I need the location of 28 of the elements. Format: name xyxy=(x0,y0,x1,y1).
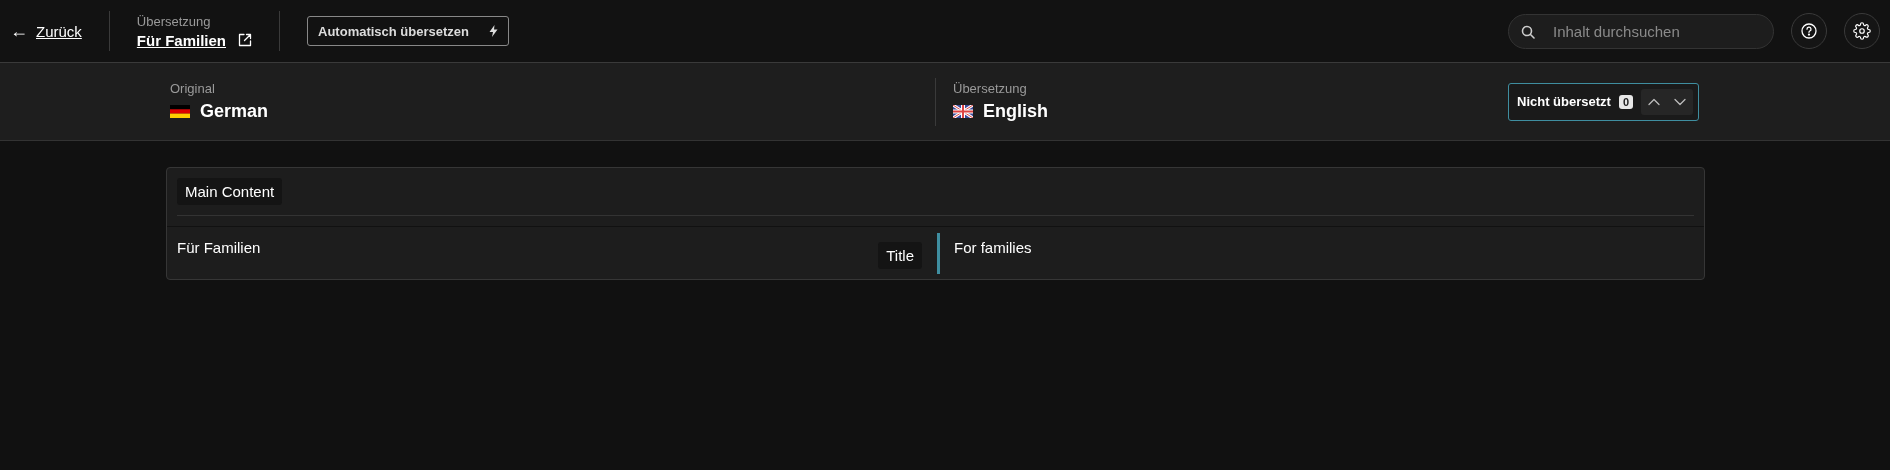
source-label: Original xyxy=(170,81,216,96)
section-title: Main Content xyxy=(177,178,283,205)
target-label: Übersetzung xyxy=(953,81,1028,96)
back-link[interactable]: ← Zurück xyxy=(10,20,109,42)
help-button[interactable] xyxy=(1791,13,1827,49)
search-field[interactable]: Inhalt durchsuchen xyxy=(1508,13,1774,49)
settings-button[interactable] xyxy=(1844,13,1880,49)
translation-cell[interactable]: For families xyxy=(937,233,1704,274)
settings-icon xyxy=(1853,22,1871,40)
search-icon xyxy=(1521,24,1535,39)
flag-icon xyxy=(953,105,973,118)
help-icon xyxy=(1801,23,1817,39)
untranslated-filter[interactable]: Nicht übersetzt 0 xyxy=(1508,82,1700,121)
page-title-link[interactable]: Für Familien xyxy=(136,31,227,49)
flag-icon xyxy=(170,105,190,118)
field-label: Title xyxy=(878,242,922,269)
translation-text: For families xyxy=(954,239,1032,256)
external-link-icon[interactable] xyxy=(238,33,253,47)
count-badge: 0 xyxy=(1618,94,1634,109)
lightning-icon xyxy=(489,25,498,37)
target-language: English xyxy=(983,101,1048,122)
source-text: Für Familien xyxy=(177,239,261,256)
breadcrumb-label: Übersetzung xyxy=(136,13,212,29)
filter-label: Nicht übersetzt xyxy=(1517,94,1611,109)
auto-translate-button[interactable]: Automatisch übersetzen xyxy=(307,16,509,46)
chevron-down-icon xyxy=(1674,97,1687,106)
source-language: German xyxy=(200,101,269,122)
chevron-up-icon xyxy=(1648,97,1661,106)
